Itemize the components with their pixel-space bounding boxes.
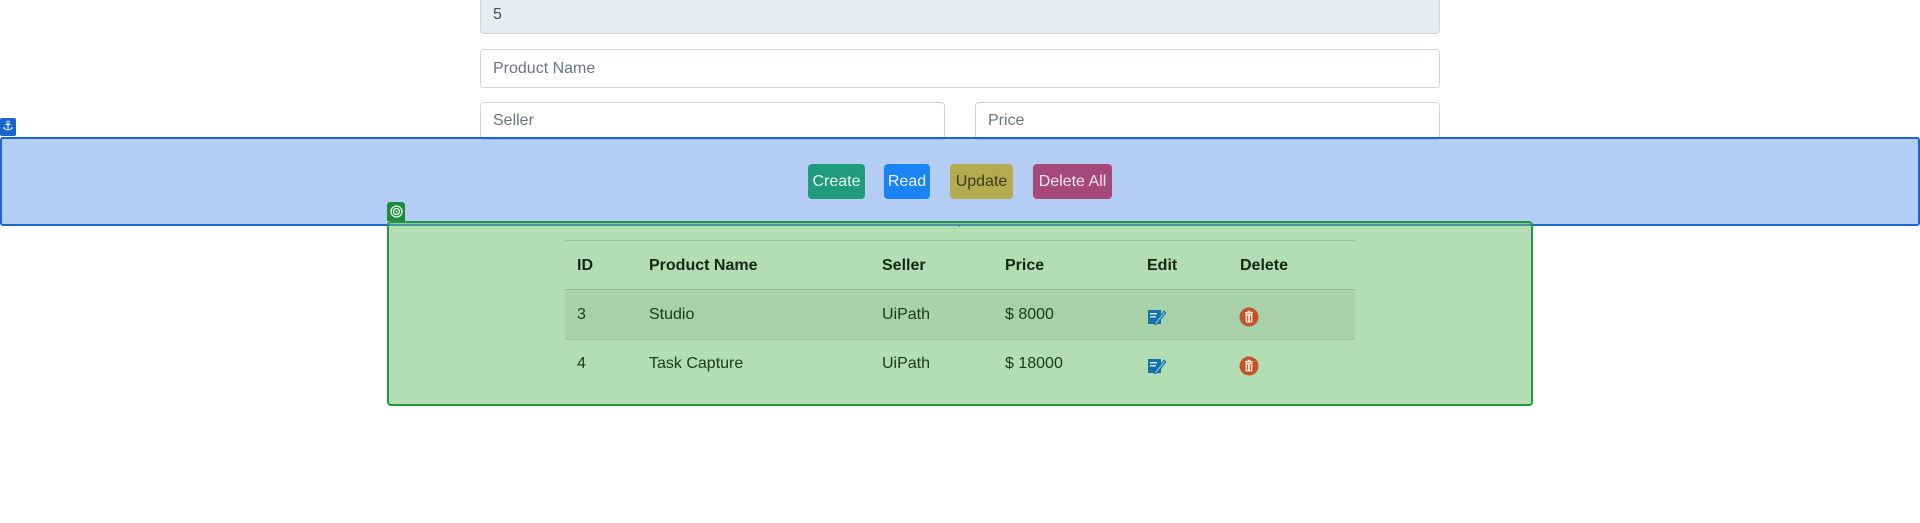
read-button[interactable]: Read	[884, 164, 930, 199]
cell-price: $ 8000	[1005, 306, 1054, 323]
trash-icon[interactable]	[1239, 356, 1259, 381]
seller-placeholder: Seller	[493, 112, 534, 129]
edit-icon[interactable]	[1147, 356, 1167, 380]
header-seller: Seller	[882, 257, 926, 274]
delete-all-button-label: Delete All	[1038, 172, 1107, 190]
create-button[interactable]: Create	[808, 164, 865, 199]
header-id: ID	[577, 257, 593, 274]
update-button[interactable]: Update	[950, 164, 1013, 199]
table-row: 3 Studio UiPath $ 8000	[565, 289, 1355, 339]
header-edit: Edit	[1147, 257, 1178, 274]
trash-icon[interactable]	[1239, 307, 1259, 332]
header-product-name: Product Name	[649, 257, 758, 274]
id-field[interactable]: 5	[480, 0, 1440, 34]
cell-id: 3	[577, 306, 586, 323]
header-delete: Delete	[1240, 257, 1289, 274]
price-placeholder: Price	[988, 112, 1025, 129]
seller-field[interactable]: Seller	[480, 102, 945, 140]
cell-seller: UiPath	[882, 306, 931, 323]
read-button-label: Read	[887, 172, 927, 190]
create-button-label: Create	[812, 172, 861, 190]
delete-all-button[interactable]: Delete All	[1033, 164, 1112, 199]
anchor-icon: ⚓	[0, 118, 16, 136]
table-row: 4 Task Capture UiPath $ 18000	[565, 339, 1355, 388]
update-button-label: Update	[955, 172, 1008, 190]
cell-price: $ 18000	[1005, 355, 1063, 372]
product-name-field[interactable]: Product Name	[480, 49, 1440, 88]
cell-id: 4	[577, 355, 586, 372]
product-name-placeholder: Product Name	[493, 59, 596, 77]
target-icon	[387, 202, 405, 221]
cell-seller: UiPath	[882, 355, 931, 372]
price-field[interactable]: Price	[975, 102, 1440, 140]
cell-product-name: Studio	[649, 306, 695, 323]
id-field-value: 5	[493, 6, 502, 23]
edit-icon[interactable]	[1147, 307, 1167, 331]
cell-product-name: Task Capture	[649, 355, 744, 372]
table-header-row: ID Product Name Seller Price Edit Delete	[565, 240, 1355, 289]
header-price: Price	[1005, 257, 1045, 274]
